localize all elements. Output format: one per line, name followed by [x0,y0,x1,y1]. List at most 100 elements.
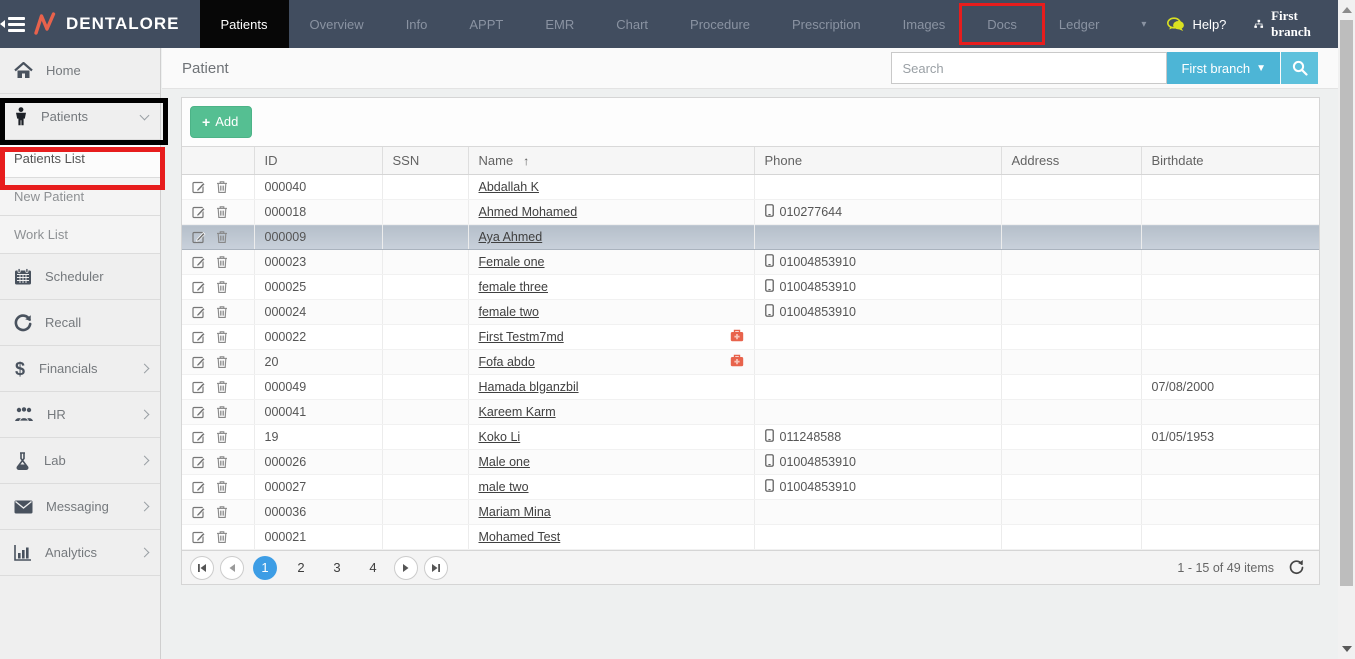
table-row[interactable]: 000027 male two 01004853910 [182,475,1319,500]
help-link[interactable]: Help? [1167,17,1226,32]
table-row[interactable]: 000036 Mariam Mina [182,500,1319,525]
delete-row-button[interactable] [215,280,229,294]
nav-tab-procedure[interactable]: Procedure [669,0,771,48]
table-row[interactable]: 000022 First Testm7md [182,325,1319,350]
nav-tab-patients[interactable]: Patients [200,0,289,48]
patient-name-link[interactable]: Hamada blganzbil [479,380,579,394]
edit-row-button[interactable] [192,180,206,194]
nav-tab-images[interactable]: Images [882,0,967,48]
table-row[interactable]: 19 Koko Li 011248588 01/05/1953 [182,425,1319,450]
page-number-2[interactable]: 2 [289,556,313,580]
page-number-1[interactable]: 1 [253,556,277,580]
refresh-button[interactable] [1288,559,1305,576]
edit-row-button[interactable] [192,280,206,294]
column-header-birthdate[interactable]: Birthdate [1141,147,1319,175]
table-row[interactable]: 000018 Ahmed Mohamed 010277644 [182,200,1319,225]
edit-row-button[interactable] [192,530,206,544]
sidebar-item-lab[interactable]: Lab [0,438,160,484]
edit-row-button[interactable] [192,455,206,469]
page-number-3[interactable]: 3 [325,556,349,580]
edit-row-button[interactable] [192,305,206,319]
table-row[interactable]: 000041 Kareem Karm [182,400,1319,425]
brand-logo[interactable]: DENTALORE [25,0,200,48]
nav-tab-prescription[interactable]: Prescription [771,0,882,48]
sidebar-item-messaging[interactable]: Messaging [0,484,160,530]
table-row[interactable]: 000009 Aya Ahmed [182,225,1319,250]
column-header-phone[interactable]: Phone [754,147,1001,175]
table-row[interactable]: 000025 female three 01004853910 [182,275,1319,300]
delete-row-button[interactable] [215,430,229,444]
vertical-scrollbar[interactable] [1338,0,1355,659]
edit-row-button[interactable] [192,505,206,519]
column-header-ssn[interactable]: SSN [382,147,468,175]
column-header-name[interactable]: Name↑ [468,147,754,175]
edit-row-button[interactable] [192,430,206,444]
patient-name-link[interactable]: male two [479,480,529,494]
edit-row-button[interactable] [192,255,206,269]
patient-name-link[interactable]: Female one [479,255,545,269]
delete-row-button[interactable] [215,480,229,494]
patient-name-link[interactable]: Aya Ahmed [479,230,543,244]
sidebar-item-hr[interactable]: HR [0,392,160,438]
column-header-id[interactable]: ID [254,147,382,175]
delete-row-button[interactable] [215,530,229,544]
patient-name-link[interactable]: Fofa abdo [479,355,535,369]
sidebar-item-new-patient[interactable]: New Patient [0,178,160,216]
edit-row-button[interactable] [192,205,206,219]
patient-name-link[interactable]: First Testm7md [479,330,564,344]
sidebar-item-financials[interactable]: $ Financials [0,346,160,392]
sidebar-item-patients-list[interactable]: Patients List [0,140,160,178]
patient-name-link[interactable]: Mohamed Test [479,530,561,544]
edit-row-button[interactable] [192,330,206,344]
branch-indicator[interactable]: First branch [1254,8,1316,40]
delete-row-button[interactable] [215,455,229,469]
sidebar-item-work-list[interactable]: Work List [0,216,160,254]
delete-row-button[interactable] [215,330,229,344]
edit-row-button[interactable] [192,405,206,419]
nav-tab-docs[interactable]: Docs [966,0,1038,48]
prev-page-button[interactable] [220,556,244,580]
table-row[interactable]: 000023 Female one 01004853910 [182,250,1319,275]
delete-row-button[interactable] [215,230,229,244]
table-row[interactable]: 000021 Mohamed Test [182,525,1319,550]
sidebar-item-scheduler[interactable]: Scheduler [0,254,160,300]
search-input[interactable] [891,52,1167,84]
delete-row-button[interactable] [215,405,229,419]
scroll-down-icon[interactable] [1342,646,1352,652]
delete-row-button[interactable] [215,180,229,194]
nav-tab-overview[interactable]: Overview [289,0,385,48]
table-row[interactable]: 000049 Hamada blganzbil 07/08/2000 [182,375,1319,400]
sidebar-collapse-button[interactable] [0,0,25,48]
patient-name-link[interactable]: Abdallah K [479,180,539,194]
delete-row-button[interactable] [215,255,229,269]
patient-name-link[interactable]: Koko Li [479,430,521,444]
nav-tab-info[interactable]: Info [385,0,449,48]
patient-name-link[interactable]: Ahmed Mohamed [479,205,578,219]
patient-name-link[interactable]: female three [479,280,548,294]
edit-row-button[interactable] [192,480,206,494]
scroll-up-icon[interactable] [1342,7,1352,13]
edit-row-button[interactable] [192,230,206,244]
first-page-button[interactable] [190,556,214,580]
delete-row-button[interactable] [215,380,229,394]
nav-tab-appt[interactable]: APPT [448,0,524,48]
next-page-button[interactable] [394,556,418,580]
page-number-4[interactable]: 4 [361,556,385,580]
edit-row-button[interactable] [192,380,206,394]
nav-tab-chart[interactable]: Chart [595,0,669,48]
branch-filter-button[interactable]: First branch▼ [1167,52,1280,84]
sidebar-item-analytics[interactable]: Analytics [0,530,160,576]
delete-row-button[interactable] [215,505,229,519]
search-button[interactable] [1281,52,1318,84]
table-row[interactable]: 20 Fofa abdo [182,350,1319,375]
delete-row-button[interactable] [215,355,229,369]
column-header-address[interactable]: Address [1001,147,1141,175]
sidebar-item-home[interactable]: Home [0,48,160,94]
nav-tab-ledger[interactable]: Ledger [1038,0,1120,48]
patient-name-link[interactable]: Male one [479,455,530,469]
sidebar-item-recall[interactable]: Recall [0,300,160,346]
add-patient-button[interactable]: +Add [190,106,252,138]
patient-name-link[interactable]: Kareem Karm [479,405,556,419]
edit-row-button[interactable] [192,355,206,369]
patient-name-link[interactable]: Mariam Mina [479,505,551,519]
